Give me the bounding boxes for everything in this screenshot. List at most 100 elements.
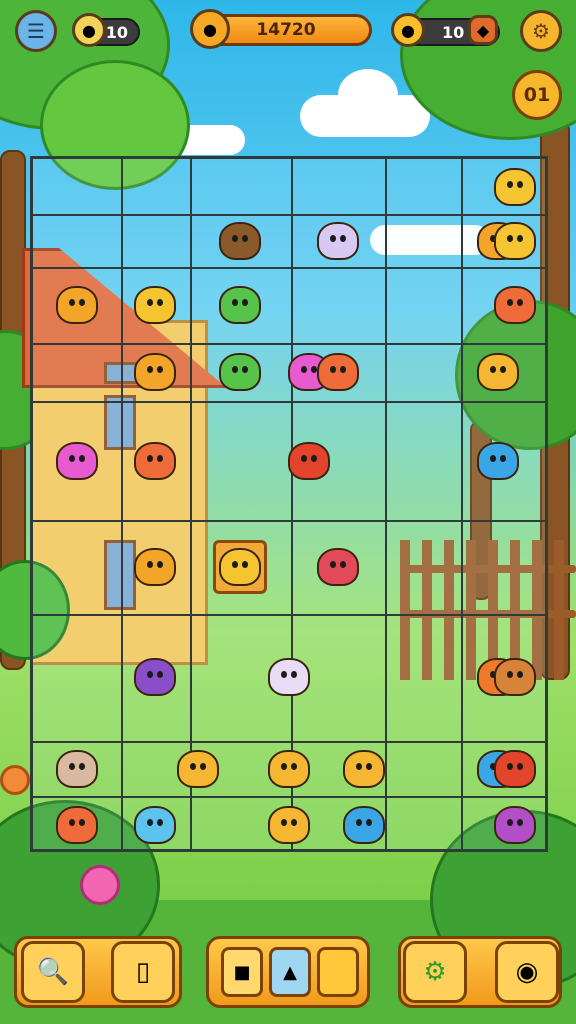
cat-icon xyxy=(134,442,176,480)
score-value: 14720 xyxy=(256,20,316,40)
tile-squirrel[interactable] xyxy=(132,349,178,395)
grid-line xyxy=(33,214,545,216)
tile-chick[interactable] xyxy=(132,282,178,328)
bear-icon xyxy=(219,222,261,260)
tile-bear[interactable] xyxy=(54,802,100,848)
tile-sprout[interactable] xyxy=(217,282,263,328)
tile-seahorse[interactable] xyxy=(175,746,221,792)
pig-icon xyxy=(317,548,359,586)
game-board xyxy=(30,156,548,852)
ghost-icon xyxy=(268,658,310,696)
cloud xyxy=(300,69,430,137)
tile-slot[interactable] xyxy=(317,947,359,997)
magnifier-icon: 🔍 xyxy=(36,957,70,987)
tile-pig[interactable] xyxy=(315,544,361,590)
squirrel-icon xyxy=(134,353,176,391)
grid-line xyxy=(33,520,545,522)
tile-slot[interactable]: ■ xyxy=(221,947,263,997)
grid-line xyxy=(461,159,463,849)
chick-icon xyxy=(268,750,310,788)
power-button[interactable]: ⚙ xyxy=(403,941,467,1003)
clipboard-icon: ☰ xyxy=(27,19,45,43)
chick-icon xyxy=(477,353,519,391)
tile-seahorse[interactable] xyxy=(286,438,332,484)
chick-icon xyxy=(219,548,261,586)
menu-button[interactable]: ☰ xyxy=(15,10,57,52)
tile-chick[interactable] xyxy=(266,802,312,848)
hippo-icon xyxy=(477,442,519,480)
tile-hippo[interactable] xyxy=(475,438,521,484)
left-tool-tray: 🔍 ▯ xyxy=(14,936,182,1008)
chick-icon xyxy=(134,286,176,324)
fox-icon xyxy=(134,548,176,586)
cat-icon xyxy=(56,286,98,324)
tile-chick[interactable] xyxy=(475,349,521,395)
tile-slot-tray: ■ ▲ xyxy=(206,936,370,1008)
grid-line xyxy=(33,741,545,743)
flower xyxy=(80,865,120,905)
boar-icon xyxy=(317,353,359,391)
tile-chick[interactable] xyxy=(492,164,538,210)
bomb-icon: ◉ xyxy=(515,957,539,987)
tile-duck[interactable] xyxy=(492,218,538,264)
coins-value: 10 xyxy=(442,22,465,42)
tile-slot[interactable]: ▲ xyxy=(269,947,311,997)
tile-squirrel[interactable] xyxy=(492,654,538,700)
tile-boar[interactable] xyxy=(315,349,361,395)
seahorse-icon xyxy=(494,750,536,788)
tile-cat[interactable] xyxy=(54,282,100,328)
tile-rhino[interactable] xyxy=(132,654,178,700)
tile-bird[interactable] xyxy=(132,802,178,848)
grid-line xyxy=(33,267,545,269)
level-value: 01 xyxy=(523,84,551,106)
tile-ghost[interactable] xyxy=(266,654,312,700)
right-tool-tray: ⚙ ◉ xyxy=(398,936,562,1008)
tile-chick[interactable] xyxy=(266,746,312,792)
tile-bear[interactable] xyxy=(217,218,263,264)
tile-fish[interactable] xyxy=(341,802,387,848)
tile-chick[interactable] xyxy=(213,540,267,594)
tile-bear[interactable] xyxy=(492,802,538,848)
bird-icon xyxy=(56,442,98,480)
eraser-icon: ▯ xyxy=(135,957,151,987)
tile-frog[interactable] xyxy=(217,349,263,395)
boar-icon xyxy=(342,750,385,788)
tile-bird[interactable] xyxy=(315,218,361,264)
grid-line xyxy=(33,614,545,616)
tile-rock[interactable] xyxy=(54,746,100,792)
coin-icon: ● xyxy=(391,13,425,47)
grid-line xyxy=(33,343,545,345)
lives-value: 10 xyxy=(105,22,128,42)
flower xyxy=(0,765,30,795)
gear-icon: ⚙ xyxy=(532,19,550,43)
pouch-icon[interactable]: ◆ xyxy=(468,15,498,45)
hint-button[interactable]: 🔍 xyxy=(21,941,85,1003)
tile-cat[interactable] xyxy=(132,438,178,484)
tile-fox[interactable] xyxy=(132,544,178,590)
top-hud: ☰ 10 ● 14720 ● 10 ● ◆ ⚙ xyxy=(0,0,576,62)
level-badge: 01 xyxy=(512,70,562,120)
shuffle-button[interactable]: ▯ xyxy=(111,941,175,1003)
gear-power-icon: ⚙ xyxy=(423,957,447,987)
chick-icon xyxy=(268,806,310,844)
tile-fox[interactable] xyxy=(492,282,538,328)
seahorse-icon xyxy=(176,750,219,788)
grid-line xyxy=(121,159,123,849)
fruit-icon: ● xyxy=(190,9,230,49)
grid-line xyxy=(33,401,545,403)
chick-icon xyxy=(494,168,536,206)
bird-icon xyxy=(134,806,176,844)
seahorse-icon xyxy=(287,442,330,480)
fox-icon xyxy=(494,286,536,324)
settings-button[interactable]: ⚙ xyxy=(520,10,562,52)
frog-icon xyxy=(219,353,261,391)
fish-icon xyxy=(342,806,385,844)
duck-icon xyxy=(494,222,536,260)
rhino-icon xyxy=(134,658,176,696)
tile-seahorse[interactable] xyxy=(492,746,538,792)
sprout-icon xyxy=(219,286,261,324)
tile-bird[interactable] xyxy=(54,438,100,484)
tile-boar[interactable] xyxy=(341,746,387,792)
squirrel-icon xyxy=(494,658,536,696)
bomb-button[interactable]: ◉ xyxy=(495,941,559,1003)
